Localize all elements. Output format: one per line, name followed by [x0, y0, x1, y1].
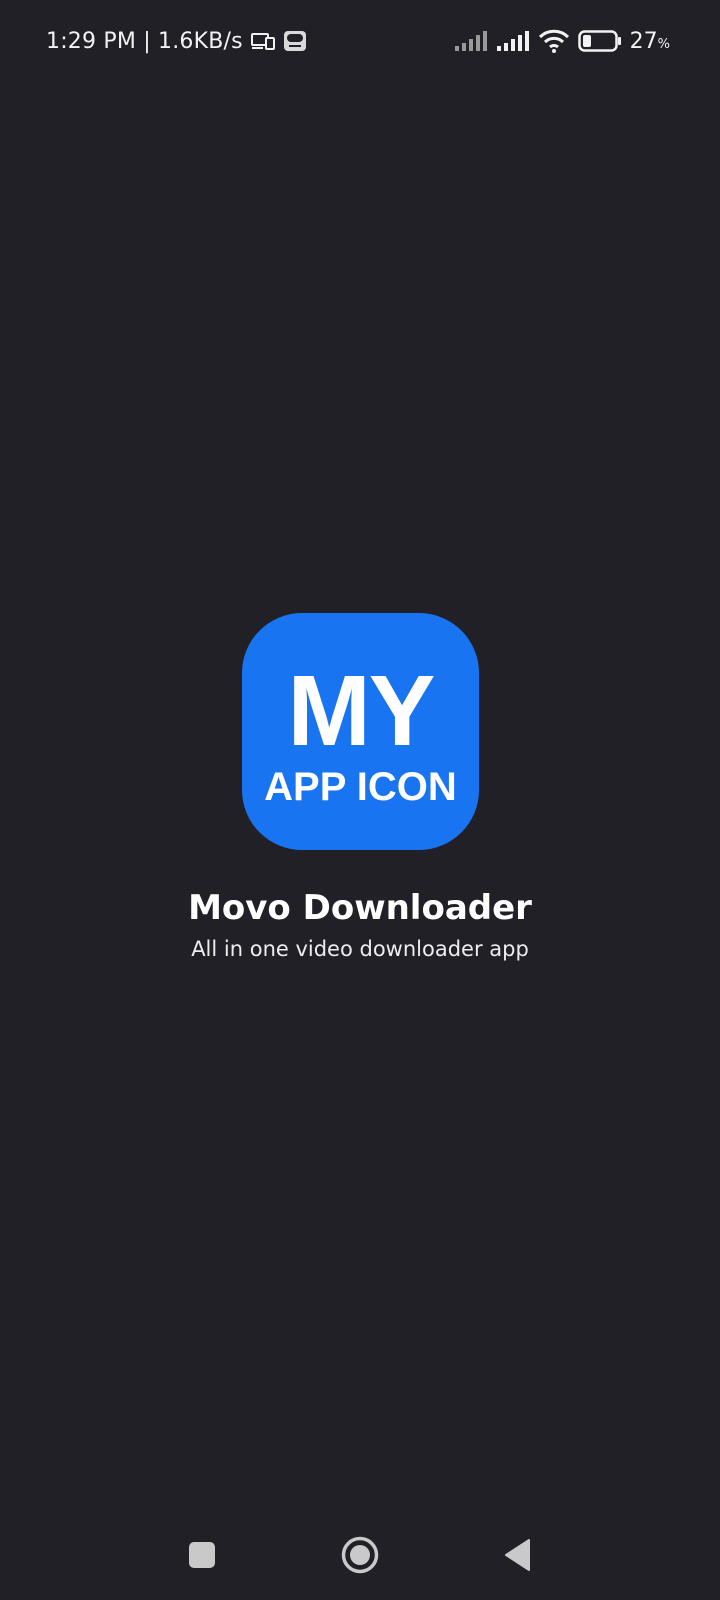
battery-icon [577, 29, 622, 53]
status-time-speed: 1:29 PM | 1.6KB/s [46, 28, 243, 54]
home-button[interactable] [330, 1520, 390, 1590]
circle-icon [340, 1535, 380, 1575]
battery-percent: 27% [630, 29, 670, 54]
app-icon-line2: APP ICON [264, 764, 457, 809]
signal-full-icon [496, 30, 530, 52]
battery-percent-value: 27 [629, 28, 658, 54]
navigation-bar [0, 1520, 720, 1600]
back-button[interactable] [488, 1520, 548, 1590]
recents-button[interactable] [172, 1520, 232, 1590]
cast-screen-icon [250, 31, 275, 51]
app-icon: MY APP ICON [242, 613, 479, 850]
status-bar: 1:29 PM | 1.6KB/s 27% [0, 0, 720, 80]
back-triangle-icon [503, 1538, 533, 1572]
app-icon-line1: MY [287, 654, 436, 767]
status-right: 27% [454, 24, 670, 58]
battery-percent-unit: % [657, 36, 670, 52]
square-icon [188, 1541, 216, 1569]
signal-weak-icon [454, 30, 488, 52]
app-tagline: All in one video downloader app [191, 937, 529, 961]
status-left: 1:29 PM | 1.6KB/s [46, 24, 307, 58]
notification-badge-icon [283, 30, 307, 52]
wifi-icon [538, 28, 570, 54]
app-title: Movo Downloader [188, 888, 532, 928]
